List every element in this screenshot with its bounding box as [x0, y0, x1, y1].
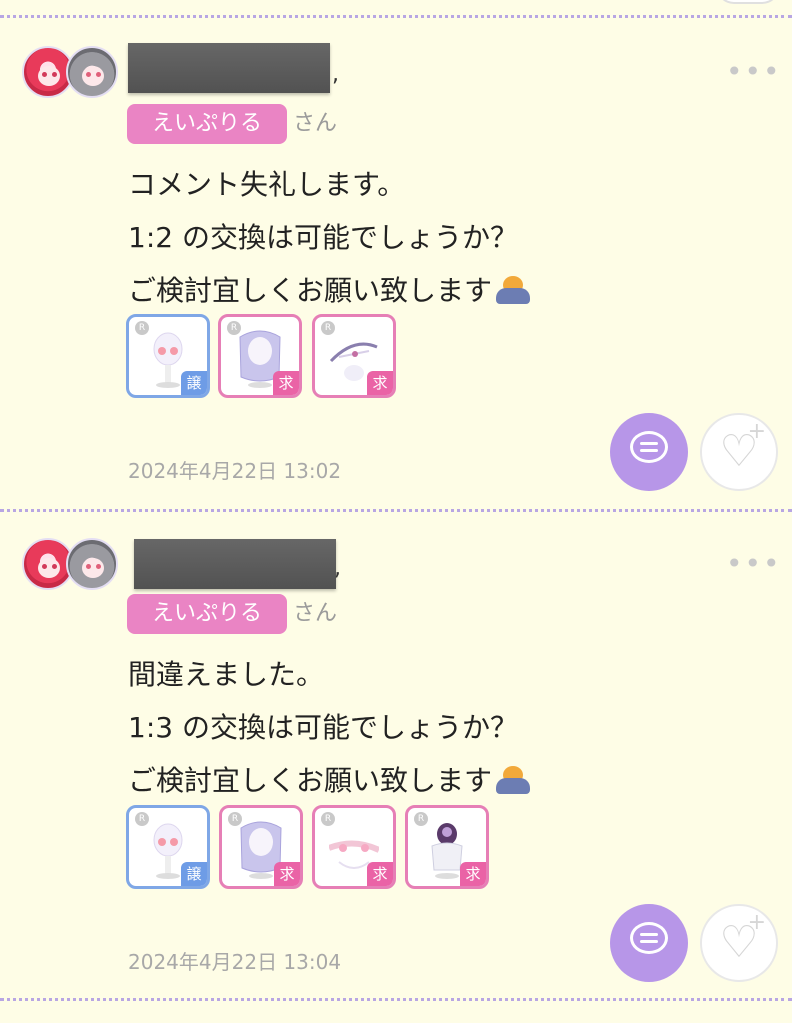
item-thumbnail-want[interactable]: R 求: [219, 805, 303, 889]
reply-bubble-icon: [630, 922, 668, 954]
honorific: さん: [293, 601, 338, 626]
comment-text: コメント失礼します。 1:2 の交換は可能でしょうか？ ご検討宜しくお願い致しま…: [128, 158, 532, 317]
reply-button[interactable]: [610, 413, 688, 491]
want-badge: 求: [367, 371, 393, 395]
reply-bubble-icon: [630, 431, 668, 463]
comment-text: 間違えました。 1:3 の交換は可能でしょうか？ ご検討宜しくお願い致します: [128, 648, 532, 807]
item-thumbnail-want[interactable]: R 求: [312, 314, 396, 398]
item-thumbnail-give[interactable]: R 譲: [126, 314, 210, 398]
avatar-group[interactable]: [22, 46, 122, 102]
want-badge: 求: [273, 371, 299, 395]
give-badge: 譲: [181, 862, 207, 886]
item-thumbnail-want[interactable]: R 求: [218, 314, 302, 398]
item-thumbnail-want[interactable]: R 求: [405, 805, 489, 889]
redacted-username: [128, 43, 330, 93]
comment-line: ご検討宜しくお願い致します: [128, 754, 532, 807]
give-badge: 譲: [181, 371, 207, 395]
want-badge: 求: [460, 862, 486, 886]
comment-line: 1:3 の交換は可能でしょうか？: [128, 711, 518, 744]
timestamp: 2024年4月22日 13:02: [128, 459, 342, 483]
bowing-person-icon: [494, 272, 532, 304]
want-badge: 求: [367, 862, 393, 886]
item-thumbnail-give[interactable]: R 譲: [126, 805, 210, 889]
divider: [0, 509, 792, 512]
more-icon[interactable]: •••: [726, 550, 782, 578]
timestamp: 2024年4月22日 13:04: [128, 950, 342, 974]
reply-button[interactable]: [610, 904, 688, 982]
avatar-group[interactable]: [22, 538, 122, 594]
redacted-username: [134, 539, 336, 589]
divider: [0, 998, 792, 1001]
like-button[interactable]: ♡ +: [700, 904, 778, 982]
divider: [0, 15, 792, 18]
comment-line: ご検討宜しくお願い致します: [128, 264, 532, 317]
comment-line-text: ご検討宜しくお願い致します: [128, 764, 493, 797]
comment-line: 間違えました。: [128, 658, 325, 691]
comment-line-text: ご検討宜しくお願い致します: [128, 274, 493, 307]
bowing-person-icon: [494, 762, 532, 794]
comment-line: コメント失礼します。: [128, 168, 406, 201]
comment-line: 1:2 の交換は可能でしょうか？: [128, 221, 518, 254]
avatar[interactable]: [66, 538, 118, 590]
user-tag[interactable]: えいぷりる: [127, 594, 287, 634]
previous-like-button-partial[interactable]: [716, 0, 780, 4]
honorific: さん: [293, 111, 338, 136]
item-thumbnail-want[interactable]: R 求: [312, 805, 396, 889]
avatar[interactable]: [66, 46, 118, 98]
user-tag[interactable]: えいぷりる: [127, 104, 287, 144]
username-comma: ,: [334, 556, 341, 581]
more-icon[interactable]: •••: [726, 58, 782, 86]
like-button[interactable]: ♡ +: [700, 413, 778, 491]
username-comma: ,: [332, 62, 339, 87]
want-badge: 求: [274, 862, 300, 886]
